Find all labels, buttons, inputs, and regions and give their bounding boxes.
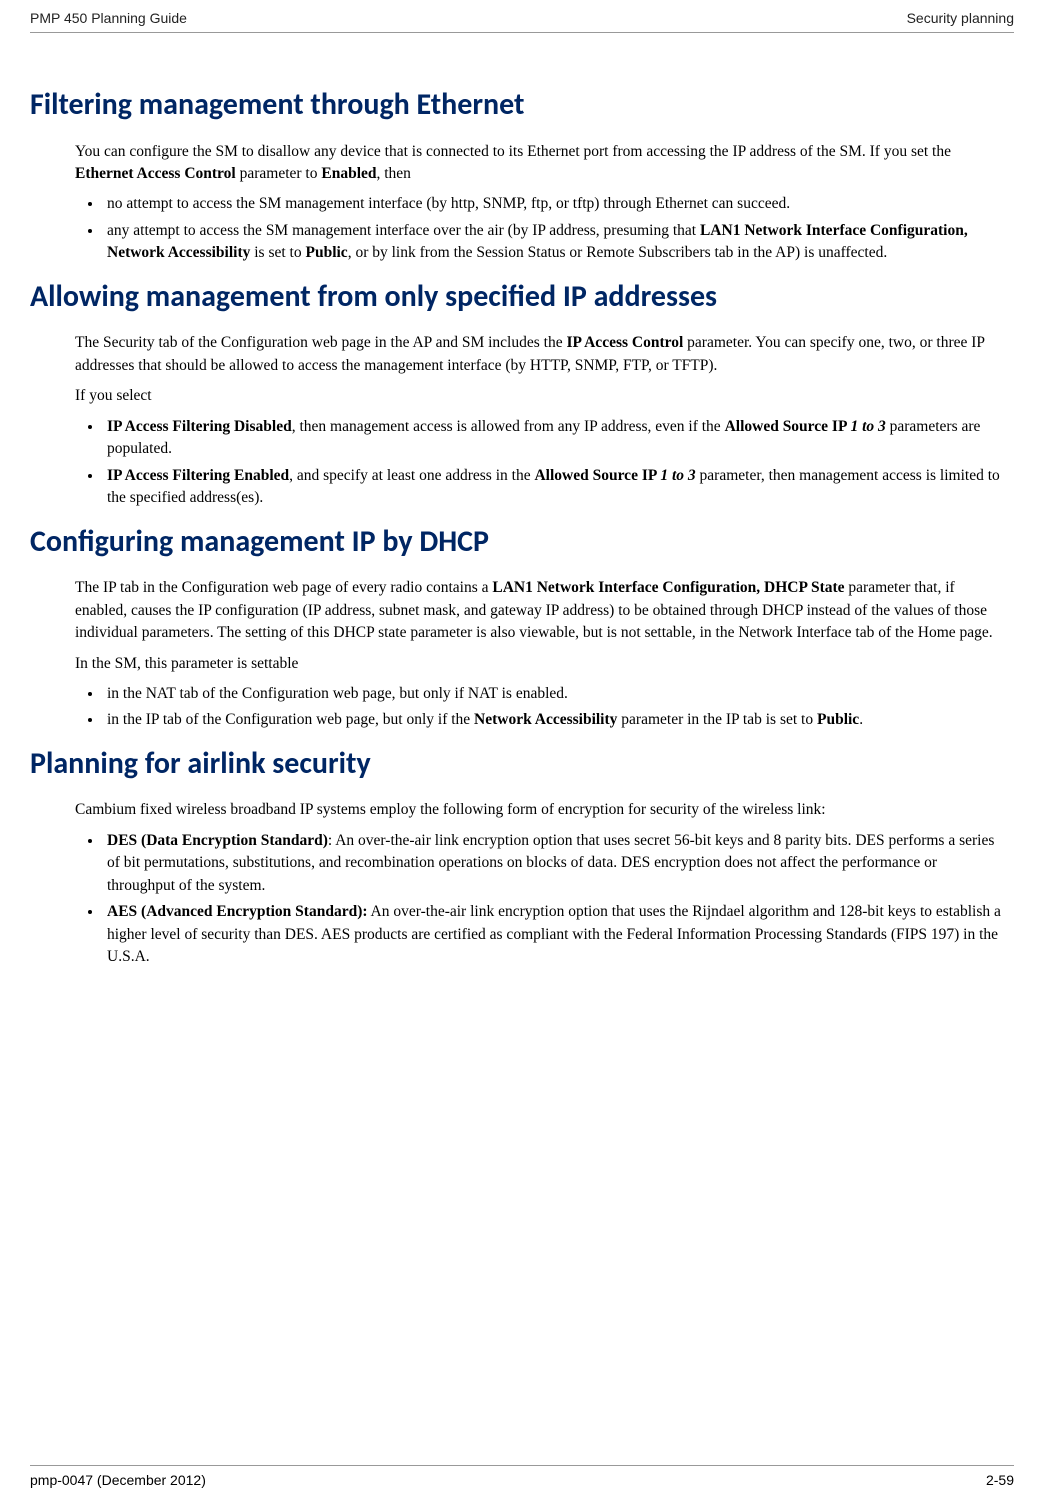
text-bold: Public bbox=[305, 244, 347, 261]
page-content: Filtering management through Ethernet Yo… bbox=[30, 33, 1014, 969]
text: You can configure the SM to disallow any… bbox=[75, 143, 951, 160]
header-left: PMP 450 Planning Guide bbox=[30, 10, 187, 26]
text: parameter in the IP tab is set to bbox=[617, 711, 817, 728]
paragraph: In the SM, this parameter is settable bbox=[75, 653, 1006, 675]
paragraph: You can configure the SM to disallow any… bbox=[75, 141, 1006, 186]
footer-divider bbox=[30, 1465, 1014, 1466]
text-bold: Allowed Source IP bbox=[534, 467, 660, 484]
bullet-list: in the NAT tab of the Configuration web … bbox=[75, 683, 1006, 732]
text: The IP tab in the Configuration web page… bbox=[75, 579, 492, 596]
paragraph: The IP tab in the Configuration web page… bbox=[75, 577, 1006, 644]
list-item: in the NAT tab of the Configuration web … bbox=[103, 683, 1006, 705]
text: , then management access is allowed from… bbox=[292, 418, 725, 435]
text-bold: Enabled bbox=[321, 165, 376, 182]
section-filtering: Filtering management through Ethernet Yo… bbox=[30, 83, 1014, 265]
paragraph: Cambium fixed wireless broadband IP syst… bbox=[75, 799, 1006, 821]
text-bold: LAN1 Network Interface Configuration, DH… bbox=[492, 579, 844, 596]
list-item: no attempt to access the SM management i… bbox=[103, 193, 1006, 215]
text: The Security tab of the Configuration we… bbox=[75, 334, 566, 351]
footer-left: pmp-0047 (December 2012) bbox=[30, 1472, 206, 1488]
text: , and specify at least one address in th… bbox=[289, 467, 534, 484]
text-bold: Network Accessibility bbox=[474, 711, 617, 728]
text: is set to bbox=[250, 244, 305, 261]
list-item: in the IP tab of the Configuration web p… bbox=[103, 709, 1006, 731]
text-bold: DES (Data Encryption Standard) bbox=[107, 832, 328, 849]
list-item: IP Access Filtering Enabled, and specify… bbox=[103, 465, 1006, 510]
bullet-list: IP Access Filtering Disabled, then manag… bbox=[75, 416, 1006, 510]
text: . bbox=[859, 711, 863, 728]
text: parameter to bbox=[236, 165, 322, 182]
paragraph: The Security tab of the Configuration we… bbox=[75, 332, 1006, 377]
heading-allowing: Allowing management from only specified … bbox=[30, 275, 1006, 319]
section-allowing: Allowing management from only specified … bbox=[30, 275, 1014, 510]
text-bold-italic: 1 to 3 bbox=[660, 467, 695, 484]
text-bold: Ethernet Access Control bbox=[75, 165, 236, 182]
header-right: Security planning bbox=[907, 10, 1014, 26]
list-item: AES (Advanced Encryption Standard): An o… bbox=[103, 901, 1006, 968]
document-page: PMP 450 Planning Guide Security planning… bbox=[0, 0, 1044, 1512]
section-dhcp: Configuring management IP by DHCP The IP… bbox=[30, 520, 1014, 732]
text-bold-italic: 1 to 3 bbox=[850, 418, 885, 435]
page-header: PMP 450 Planning Guide Security planning bbox=[30, 10, 1014, 32]
page-footer: pmp-0047 (December 2012) 2-59 bbox=[30, 1465, 1014, 1488]
text-bold: IP Access Control bbox=[566, 334, 683, 351]
text: any attempt to access the SM management … bbox=[107, 222, 700, 239]
text-bold: AES (Advanced Encryption Standard): bbox=[107, 903, 368, 920]
text-bold: Allowed Source IP bbox=[725, 418, 851, 435]
list-item: DES (Data Encryption Standard): An over-… bbox=[103, 830, 1006, 897]
text: , or by link from the Session Status or … bbox=[348, 244, 888, 261]
text-bold: IP Access Filtering Disabled bbox=[107, 418, 292, 435]
section-airlink: Planning for airlink security Cambium fi… bbox=[30, 742, 1014, 969]
heading-dhcp: Configuring management IP by DHCP bbox=[30, 520, 1006, 564]
heading-filtering: Filtering management through Ethernet bbox=[30, 83, 1006, 127]
bullet-list: DES (Data Encryption Standard): An over-… bbox=[75, 830, 1006, 969]
text-bold: IP Access Filtering Enabled bbox=[107, 467, 289, 484]
list-item: any attempt to access the SM management … bbox=[103, 220, 1006, 265]
text: , then bbox=[377, 165, 411, 182]
bullet-list: no attempt to access the SM management i… bbox=[75, 193, 1006, 264]
heading-airlink: Planning for airlink security bbox=[30, 742, 1006, 786]
text-bold: Public bbox=[817, 711, 859, 728]
footer-right: 2-59 bbox=[986, 1472, 1014, 1488]
list-item: IP Access Filtering Disabled, then manag… bbox=[103, 416, 1006, 461]
paragraph: If you select bbox=[75, 385, 1006, 407]
text: in the IP tab of the Configuration web p… bbox=[107, 711, 474, 728]
